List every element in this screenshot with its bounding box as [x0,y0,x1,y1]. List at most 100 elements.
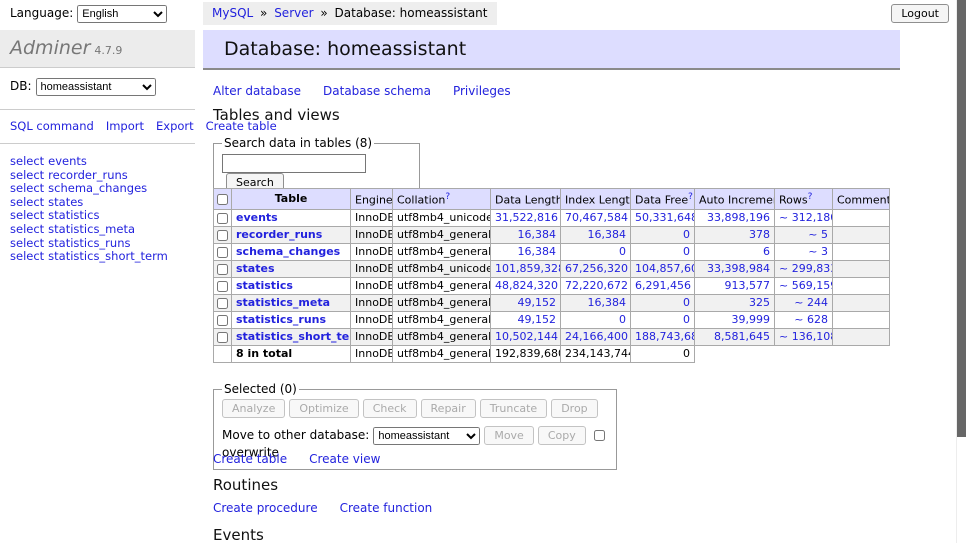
selected-optimize-button[interactable]: Optimize [289,399,358,418]
index-length-link[interactable]: 0 [619,245,626,258]
rows-estimate-link[interactable]: ~ 3 [808,245,828,258]
scrollbar-thumb[interactable] [957,0,966,437]
data-free-link[interactable]: 0 [683,296,690,309]
data-length-link[interactable]: 101,859,328 [495,262,561,275]
column-hint[interactable]: ? [688,192,693,202]
auto-increment-link[interactable]: 913,577 [725,279,771,292]
data-free-link[interactable]: 0 [683,228,690,241]
row-checkbox[interactable] [217,247,228,258]
sidebar-action-link[interactable]: SQL command [10,119,94,133]
select-all-checkbox[interactable] [217,194,228,205]
create-link[interactable]: Create view [309,452,380,466]
language-select[interactable]: English [77,5,167,23]
table-name-link[interactable]: statistics_short_term [236,330,351,343]
column-hint[interactable]: ? [445,192,450,202]
scrollbar-track[interactable] [956,0,966,543]
data-length-link[interactable]: 16,384 [518,245,557,258]
selected-analyze-button[interactable]: Analyze [222,399,285,418]
auto-increment-link[interactable]: 33,898,196 [707,211,770,224]
db-select[interactable]: homeassistant [36,78,156,96]
data-free-link[interactable]: 104,857,600 [635,262,695,275]
sidebar-table-link[interactable]: states [48,195,83,209]
data-free-link[interactable]: 0 [683,313,690,326]
sidebar-select-link[interactable]: select [10,168,44,182]
selected-check-button[interactable]: Check [363,399,417,418]
data-length-link[interactable]: 10,502,144 [495,330,558,343]
index-length-link[interactable]: 67,256,320 [565,262,628,275]
row-checkbox[interactable] [217,332,228,343]
rows-estimate-link[interactable]: ~ 5 [808,228,828,241]
selected-drop-button[interactable]: Drop [551,399,597,418]
database-action-link[interactable]: Privileges [453,84,511,98]
index-length-link[interactable]: 16,384 [588,296,627,309]
table-name-link[interactable]: states [236,262,275,275]
app-name[interactable]: Adminer [10,37,90,59]
sidebar-table-link[interactable]: statistics_meta [48,222,135,236]
move-move-button[interactable]: Move [484,426,534,445]
index-length-link[interactable]: 0 [619,313,626,326]
overwrite-checkbox[interactable] [594,430,605,441]
selected-truncate-button[interactable]: Truncate [480,399,547,418]
row-checkbox[interactable] [217,264,228,275]
breadcrumb-link[interactable]: Server [274,6,313,20]
routine-link[interactable]: Create procedure [213,501,318,515]
data-free-link[interactable]: 6,291,456 [635,279,691,292]
table-name-link[interactable]: schema_changes [236,245,340,258]
sidebar-select-link[interactable]: select [10,195,44,209]
create-link[interactable]: Create table [213,452,287,466]
index-length-link[interactable]: 72,220,672 [565,279,628,292]
sidebar-table-link[interactable]: statistics_short_term [48,249,168,263]
row-checkbox[interactable] [217,315,228,326]
auto-increment-link[interactable]: 33,398,984 [707,262,770,275]
row-checkbox[interactable] [217,298,228,309]
sidebar-select-link[interactable]: select [10,154,44,168]
rows-estimate-link[interactable]: ~ 628 [794,313,828,326]
search-input[interactable] [222,154,366,173]
table-name-link[interactable]: recorder_runs [236,228,322,241]
table-name-link[interactable]: events [236,211,278,224]
database-action-link[interactable]: Database schema [323,84,431,98]
move-copy-button[interactable]: Copy [538,426,586,445]
auto-increment-link[interactable]: 8,581,645 [714,330,770,343]
sidebar-action-link[interactable]: Export [156,119,194,133]
sidebar-table-link[interactable]: statistics [48,208,99,222]
data-length-link[interactable]: 49,152 [518,313,557,326]
rows-estimate-link[interactable]: ~ 569,159 [779,279,833,292]
rows-estimate-link[interactable]: ~ 136,108 [779,330,833,343]
column-hint[interactable]: ? [808,192,813,202]
data-free-link[interactable]: 188,743,680 [635,330,695,343]
table-name-link[interactable]: statistics_runs [236,313,326,326]
data-free-link[interactable]: 0 [683,245,690,258]
sidebar-select-link[interactable]: select [10,236,44,250]
row-checkbox[interactable] [217,230,228,241]
database-action-link[interactable]: Alter database [213,84,301,98]
data-length-link[interactable]: 31,522,816 [495,211,558,224]
auto-increment-link[interactable]: 39,999 [732,313,771,326]
sidebar-action-link[interactable]: Import [106,119,144,133]
routine-link[interactable]: Create function [340,501,433,515]
table-name-link[interactable]: statistics [236,279,293,292]
logout-button[interactable]: Logout [891,4,949,23]
rows-estimate-link[interactable]: ~ 244 [794,296,828,309]
sidebar-table-link[interactable]: recorder_runs [48,168,128,182]
sidebar-select-link[interactable]: select [10,249,44,263]
rows-estimate-link[interactable]: ~ 312,180 [779,211,833,224]
index-length-link[interactable]: 24,166,400 [565,330,628,343]
selected-repair-button[interactable]: Repair [421,399,476,418]
sidebar-select-link[interactable]: select [10,208,44,222]
breadcrumb-link[interactable]: MySQL [212,6,253,20]
auto-increment-link[interactable]: 378 [749,228,770,241]
rows-estimate-link[interactable]: ~ 299,833 [779,262,833,275]
data-length-link[interactable]: 49,152 [518,296,557,309]
data-length-link[interactable]: 16,384 [518,228,557,241]
auto-increment-link[interactable]: 325 [749,296,770,309]
index-length-link[interactable]: 16,384 [588,228,627,241]
data-length-link[interactable]: 48,824,320 [495,279,558,292]
sidebar-select-link[interactable]: select [10,222,44,236]
sidebar-table-link[interactable]: schema_changes [48,181,147,195]
row-checkbox[interactable] [217,213,228,224]
row-checkbox[interactable] [217,281,228,292]
data-free-link[interactable]: 50,331,648 [635,211,695,224]
index-length-link[interactable]: 70,467,584 [565,211,628,224]
move-db-select[interactable]: homeassistant [373,427,480,445]
